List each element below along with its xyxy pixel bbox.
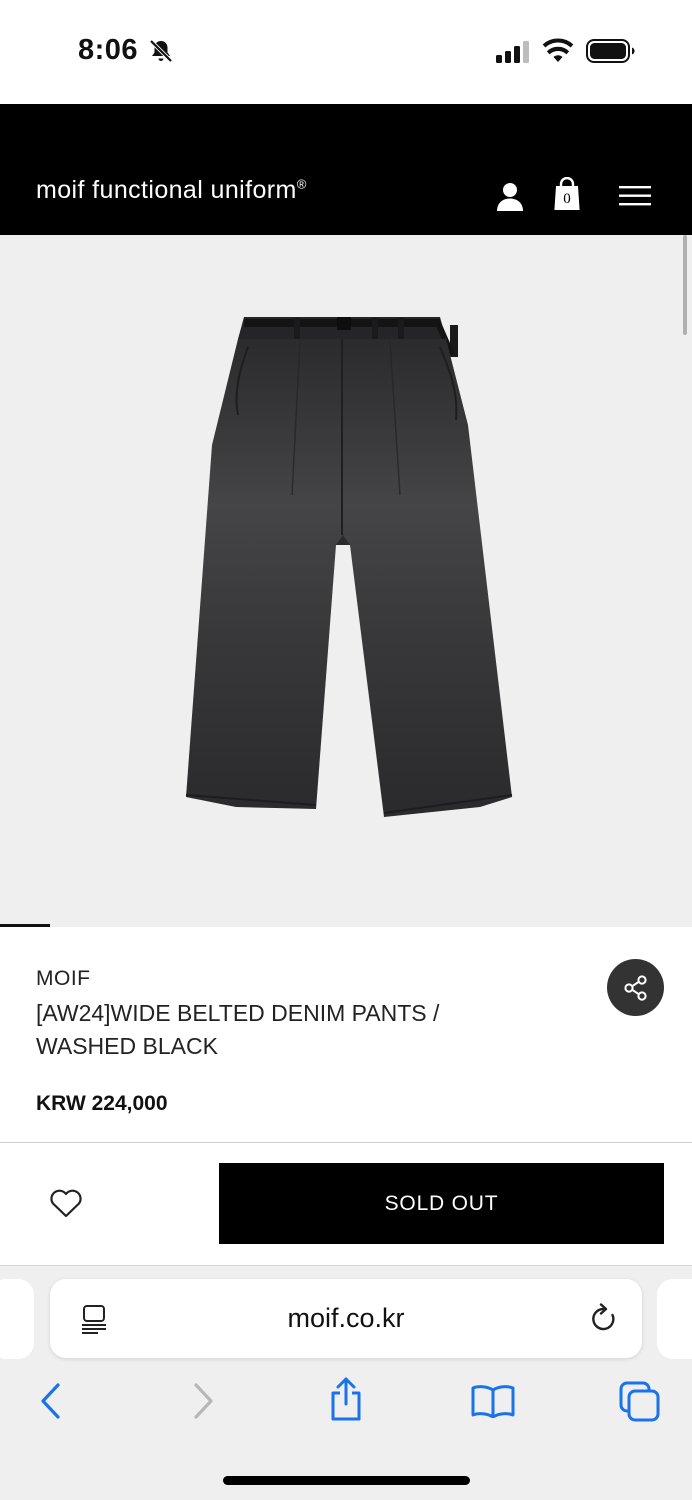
previous-tab-preview[interactable] [0, 1279, 34, 1359]
tabs-icon[interactable] [618, 1380, 662, 1424]
reload-icon[interactable] [590, 1303, 618, 1333]
wifi-icon [542, 38, 574, 62]
shopping-bag-icon[interactable]: 0 [553, 177, 581, 211]
status-time: 8:06 [78, 34, 139, 66]
home-indicator [223, 1476, 470, 1485]
cart-count: 0 [563, 191, 571, 207]
cellular-signal-icon [496, 41, 529, 63]
forward-icon[interactable] [190, 1383, 216, 1419]
product-brand[interactable]: MOIF [36, 967, 91, 991]
product-info: MOIF [AW24]WIDE BELTED DENIM PANTS / WAS… [0, 927, 692, 1143]
action-bar: SOLD OUT [0, 1143, 692, 1265]
status-bar: 8:06 [0, 0, 692, 104]
registered-mark: ® [296, 176, 307, 192]
bookmarks-icon[interactable] [470, 1384, 516, 1418]
product-name: [AW24]WIDE BELTED DENIM PANTS / WASHED B… [36, 1000, 440, 1059]
next-tab-preview[interactable] [657, 1279, 692, 1359]
product-price: KRW 224,000 [36, 1092, 168, 1115]
site-header: moif functional uniform® 0 [0, 104, 692, 235]
site-logo-text: moif functional uniform [36, 176, 297, 204]
back-icon[interactable] [38, 1383, 64, 1419]
site-logo[interactable]: moif functional uniform® [36, 176, 307, 205]
browser-toolbar: moif.co.kr [0, 1265, 692, 1500]
share-icon[interactable] [328, 1376, 364, 1422]
bell-slash-icon [149, 39, 173, 63]
sold-out-button[interactable]: SOLD OUT [219, 1163, 664, 1244]
heart-icon [50, 1189, 82, 1218]
share-button[interactable] [607, 959, 664, 1016]
scroll-indicator[interactable] [683, 235, 687, 335]
share-icon [623, 974, 647, 1001]
product-photo-pants [185, 317, 513, 817]
user-icon[interactable] [496, 182, 524, 211]
wishlist-button[interactable] [46, 1185, 86, 1221]
url-text: moif.co.kr [287, 1303, 405, 1333]
hamburger-menu-icon[interactable] [619, 186, 651, 206]
battery-icon [586, 39, 635, 63]
address-bar[interactable]: moif.co.kr [50, 1279, 642, 1358]
product-image[interactable] [0, 235, 692, 927]
